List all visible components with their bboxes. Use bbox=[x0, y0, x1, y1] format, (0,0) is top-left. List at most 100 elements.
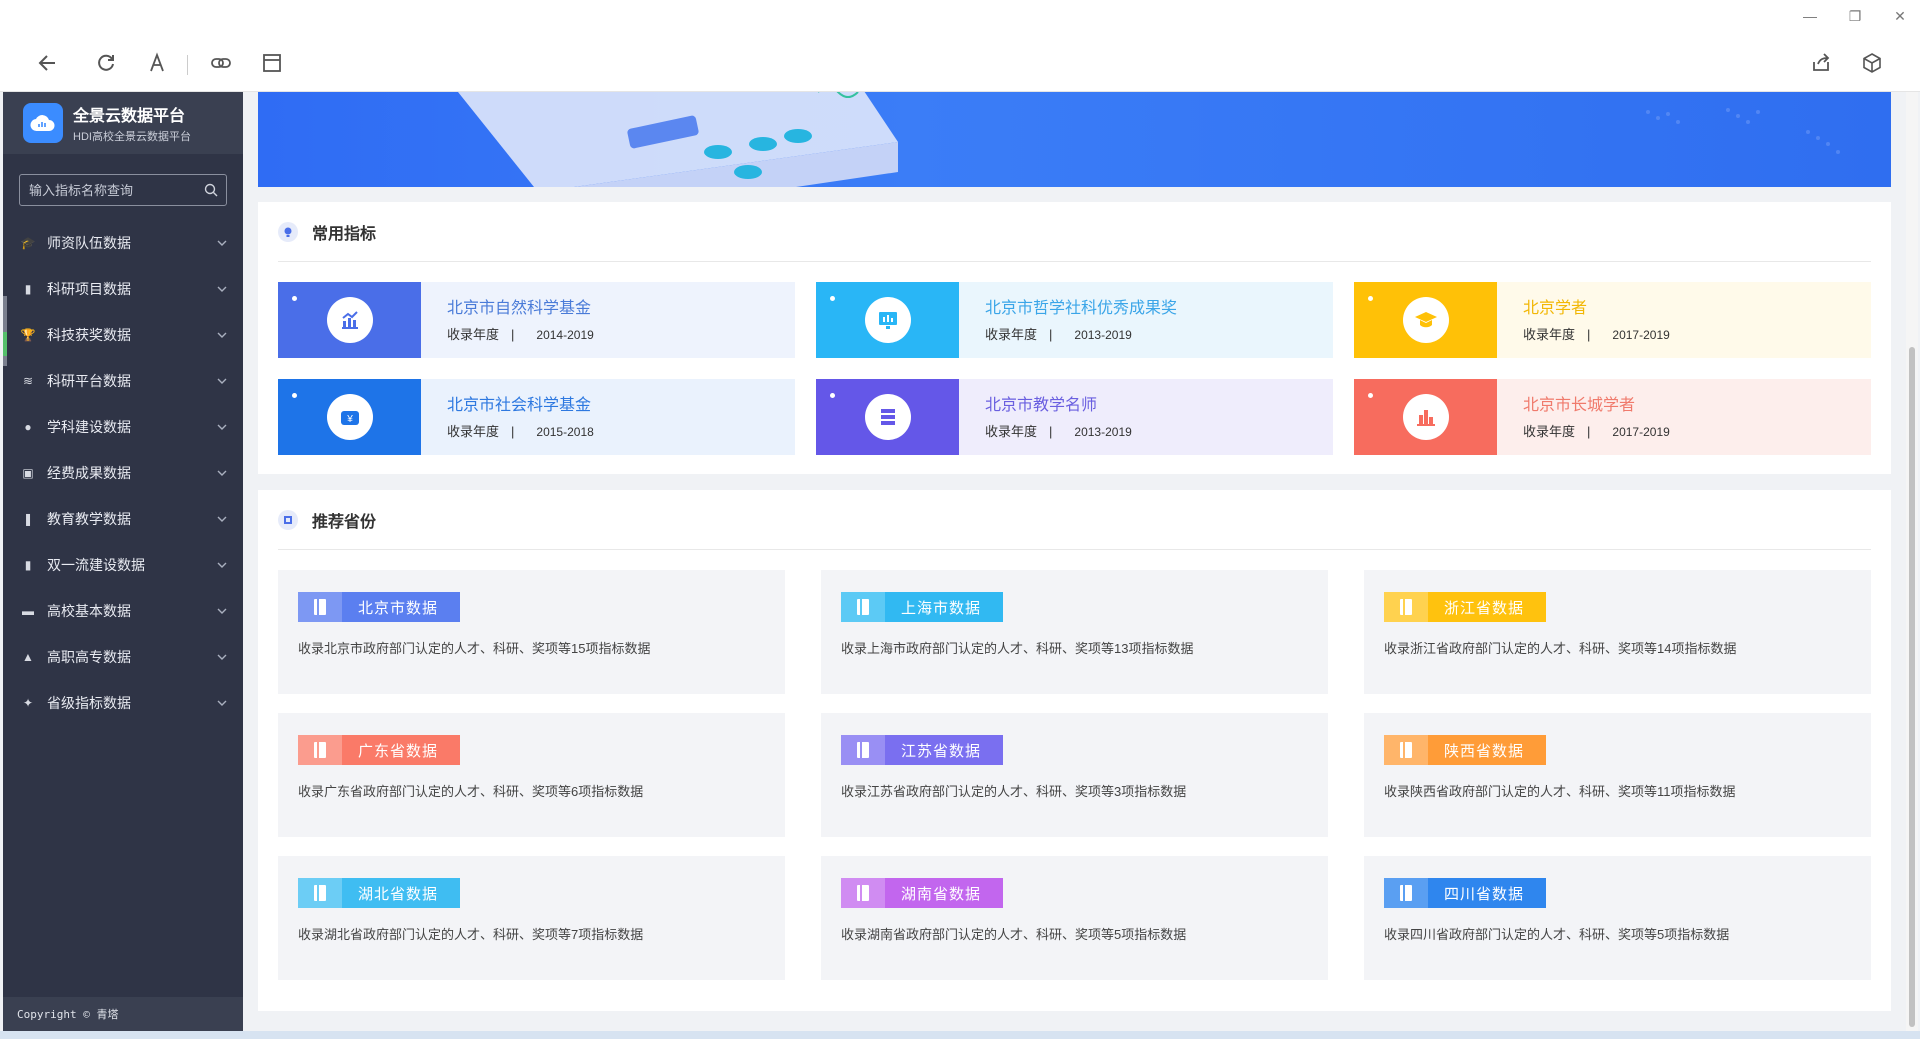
province-tag[interactable]: 湖南省数据 bbox=[841, 878, 1003, 908]
province-tag[interactable]: 湖北省数据 bbox=[298, 878, 460, 908]
close-icon[interactable]: ✕ bbox=[1888, 8, 1912, 25]
refresh-icon[interactable] bbox=[93, 52, 119, 78]
sidebar-item[interactable]: ● 学科建设数据 bbox=[3, 404, 243, 450]
chevron-down-icon[interactable] bbox=[217, 606, 227, 616]
sidebar-item[interactable]: ▮ 科研项目数据 bbox=[3, 266, 243, 312]
font-icon[interactable] bbox=[144, 52, 170, 78]
indicator-card[interactable]: 北京市哲学社科优秀成果奖 收录年度 | 2013-2019 bbox=[816, 282, 1333, 358]
indicator-meta-label: 收录年度 bbox=[447, 327, 500, 342]
search-icon[interactable] bbox=[204, 183, 218, 197]
package-icon[interactable] bbox=[1859, 52, 1885, 78]
indicator-years: 2014-2019 bbox=[536, 328, 594, 342]
sidebar-item[interactable]: ≋ 科研平台数据 bbox=[3, 358, 243, 404]
sidebar-item-label: 学科建设数据 bbox=[47, 419, 131, 435]
indicator-dot bbox=[830, 296, 835, 301]
sidebar-item[interactable]: ▣ 经费成果数据 bbox=[3, 450, 243, 496]
province-tag[interactable]: 江苏省数据 bbox=[841, 735, 1003, 765]
indicator-title[interactable]: 北京市自然科学基金 bbox=[447, 294, 795, 318]
bar-chart-icon bbox=[1402, 394, 1449, 440]
chevron-down-icon[interactable] bbox=[217, 468, 227, 478]
chevron-down-icon[interactable] bbox=[217, 284, 227, 294]
chevron-down-icon[interactable] bbox=[217, 514, 227, 524]
province-card[interactable]: 湖北省数据 收录湖北省政府部门认定的人才、科研、奖项等7项指标数据 bbox=[278, 856, 785, 980]
brand[interactable]: 全景云数据平台 HDI高校全景云数据平台 bbox=[3, 92, 243, 154]
back-icon[interactable] bbox=[35, 52, 61, 78]
province-description: 收录浙江省政府部门认定的人才、科研、奖项等14项指标数据 bbox=[1384, 641, 1737, 656]
province-card[interactable]: 江苏省数据 收录江苏省政府部门认定的人才、科研、奖项等3项指标数据 bbox=[821, 713, 1328, 837]
province-label: 上海市数据 bbox=[901, 599, 982, 617]
province-card[interactable]: 广东省数据 收录广东省政府部门认定的人才、科研、奖项等6项指标数据 bbox=[278, 713, 785, 837]
province-card[interactable]: 浙江省数据收录浙江省政府部门认定的人才、科研、奖项等14项指标数据 bbox=[1364, 570, 1871, 694]
sidebar-item[interactable]: ✦ 省级指标数据 bbox=[3, 680, 243, 726]
province-card[interactable]: 北京市数据收录北京市政府部门认定的人才、科研、奖项等15项指标数据 bbox=[278, 570, 785, 694]
indicator-title[interactable]: 北京市教学名师 bbox=[985, 391, 1333, 415]
province-tag[interactable]: 广东省数据 bbox=[298, 735, 460, 765]
restore-icon[interactable]: ❐ bbox=[1843, 8, 1867, 25]
indicator-meta-label: 收录年度 bbox=[1523, 424, 1576, 439]
location-pin-icon: ● bbox=[24, 420, 32, 434]
trophy-icon: 🏆 bbox=[20, 328, 36, 342]
share-icon[interactable] bbox=[1808, 52, 1834, 78]
sidebar-item[interactable]: 🏆 科技获奖数据 bbox=[3, 312, 243, 358]
province-card[interactable]: 陕西省数据 收录陕西省政府部门认定的人才、科研、奖项等11项指标数据 bbox=[1364, 713, 1871, 837]
recommended-provinces-panel: 推荐省份 北京市数据 收录北京市政府部门认定的人才、科研、奖项等15项指标数据 上海… bbox=[258, 490, 1891, 1011]
book-icon bbox=[1384, 878, 1428, 908]
chevron-down-icon[interactable] bbox=[217, 652, 227, 662]
layout-icon[interactable] bbox=[259, 52, 285, 78]
province-tag[interactable]: 浙江省数据 bbox=[1384, 592, 1546, 622]
indicator-title[interactable]: 北京学者 bbox=[1523, 294, 1871, 318]
wallet-icon: ▣ bbox=[22, 466, 34, 480]
banner-illustration bbox=[458, 92, 898, 187]
taskbar bbox=[0, 1031, 1920, 1039]
handshake-icon: ✦ bbox=[22, 696, 34, 710]
sidebar-item[interactable]: ▲ 高职高专数据 bbox=[3, 634, 243, 680]
scrollbar[interactable] bbox=[1906, 92, 1918, 1031]
province-label: 陕西省数据 bbox=[1444, 742, 1525, 760]
chevron-down-icon[interactable] bbox=[217, 238, 227, 248]
indicator-meta-sep: | bbox=[1049, 327, 1053, 342]
province-label: 浙江省数据 bbox=[1444, 599, 1525, 617]
province-description: 收录湖南省政府部门认定的人才、科研、奖项等5项指标数据 bbox=[841, 927, 1187, 942]
province-tag[interactable]: 四川省数据 bbox=[1384, 878, 1546, 908]
indicator-title[interactable]: 北京市哲学社科优秀成果奖 bbox=[985, 294, 1333, 318]
indicator-card[interactable]: 北京市长城学者 收录年度 | 2017-2019 bbox=[1354, 379, 1871, 455]
province-tag[interactable]: 北京市数据 bbox=[298, 592, 460, 622]
indicator-title[interactable]: 北京市长城学者 bbox=[1523, 391, 1871, 415]
sidebar-item[interactable]: 🎓 师资队伍数据 bbox=[3, 220, 243, 266]
chevron-down-icon[interactable] bbox=[217, 560, 227, 570]
search-input[interactable] bbox=[20, 175, 226, 205]
province-card[interactable]: 四川省数据 收录四川省政府部门认定的人才、科研、奖项等5项指标数据 bbox=[1364, 856, 1871, 980]
scrollbar-thumb[interactable] bbox=[1909, 347, 1915, 1027]
sidebar-item[interactable]: ▬ 高校基本数据 bbox=[3, 588, 243, 634]
link-icon[interactable] bbox=[208, 52, 234, 78]
list-icon bbox=[864, 394, 911, 440]
chevron-down-icon[interactable] bbox=[217, 376, 227, 386]
province-label: 广东省数据 bbox=[358, 742, 439, 760]
sidebar-item[interactable]: ❚ 教育教学数据 bbox=[3, 496, 243, 542]
indicator-card[interactable]: 北京市自然科学基金 收录年度 | 2014-2019 bbox=[278, 282, 795, 358]
province-tag[interactable]: 陕西省数据 bbox=[1384, 735, 1546, 765]
sidebar-active-indicator bbox=[3, 332, 7, 356]
indicator-years: 2015-2018 bbox=[536, 425, 594, 439]
province-card[interactable]: 上海市数据 收录上海市政府部门认定的人才、科研、奖项等13项指标数据 bbox=[821, 570, 1328, 694]
chevron-down-icon[interactable] bbox=[217, 698, 227, 708]
province-card[interactable]: 湖南省数据收录湖南省政府部门认定的人才、科研、奖项等5项指标数据 bbox=[821, 856, 1328, 980]
sidebar-item[interactable]: ▮ 双一流建设数据 bbox=[3, 542, 243, 588]
indicator-meta-sep: | bbox=[1049, 424, 1053, 439]
layers-icon: ≋ bbox=[22, 374, 34, 388]
indicator-dot bbox=[1368, 296, 1373, 301]
indicator-years: 2017-2019 bbox=[1612, 328, 1670, 342]
indicator-title[interactable]: 北京市社会科学基金 bbox=[447, 391, 795, 415]
province-description: 收录北京市政府部门认定的人才、科研、奖项等15项指标数据 bbox=[298, 641, 651, 656]
indicator-card[interactable]: ¥ 北京市社会科学基金 收录年度 | 2015-2018 bbox=[278, 379, 795, 455]
province-tag[interactable]: 上海市数据 bbox=[841, 592, 1003, 622]
chevron-down-icon[interactable] bbox=[217, 422, 227, 432]
document-icon: ▮ bbox=[24, 282, 32, 296]
chevron-down-icon[interactable] bbox=[217, 330, 227, 340]
minimize-icon[interactable]: — bbox=[1798, 8, 1822, 24]
indicator-card[interactable]: 北京市教学名师 收录年度 | 2013-2019 bbox=[816, 379, 1333, 455]
book-icon bbox=[841, 735, 885, 765]
indicator-card[interactable]: 北京学者 收录年度 | 2017-2019 bbox=[1354, 282, 1871, 358]
graduation-cap-icon: 🎓 bbox=[20, 236, 36, 250]
svg-text:¥: ¥ bbox=[346, 414, 353, 425]
